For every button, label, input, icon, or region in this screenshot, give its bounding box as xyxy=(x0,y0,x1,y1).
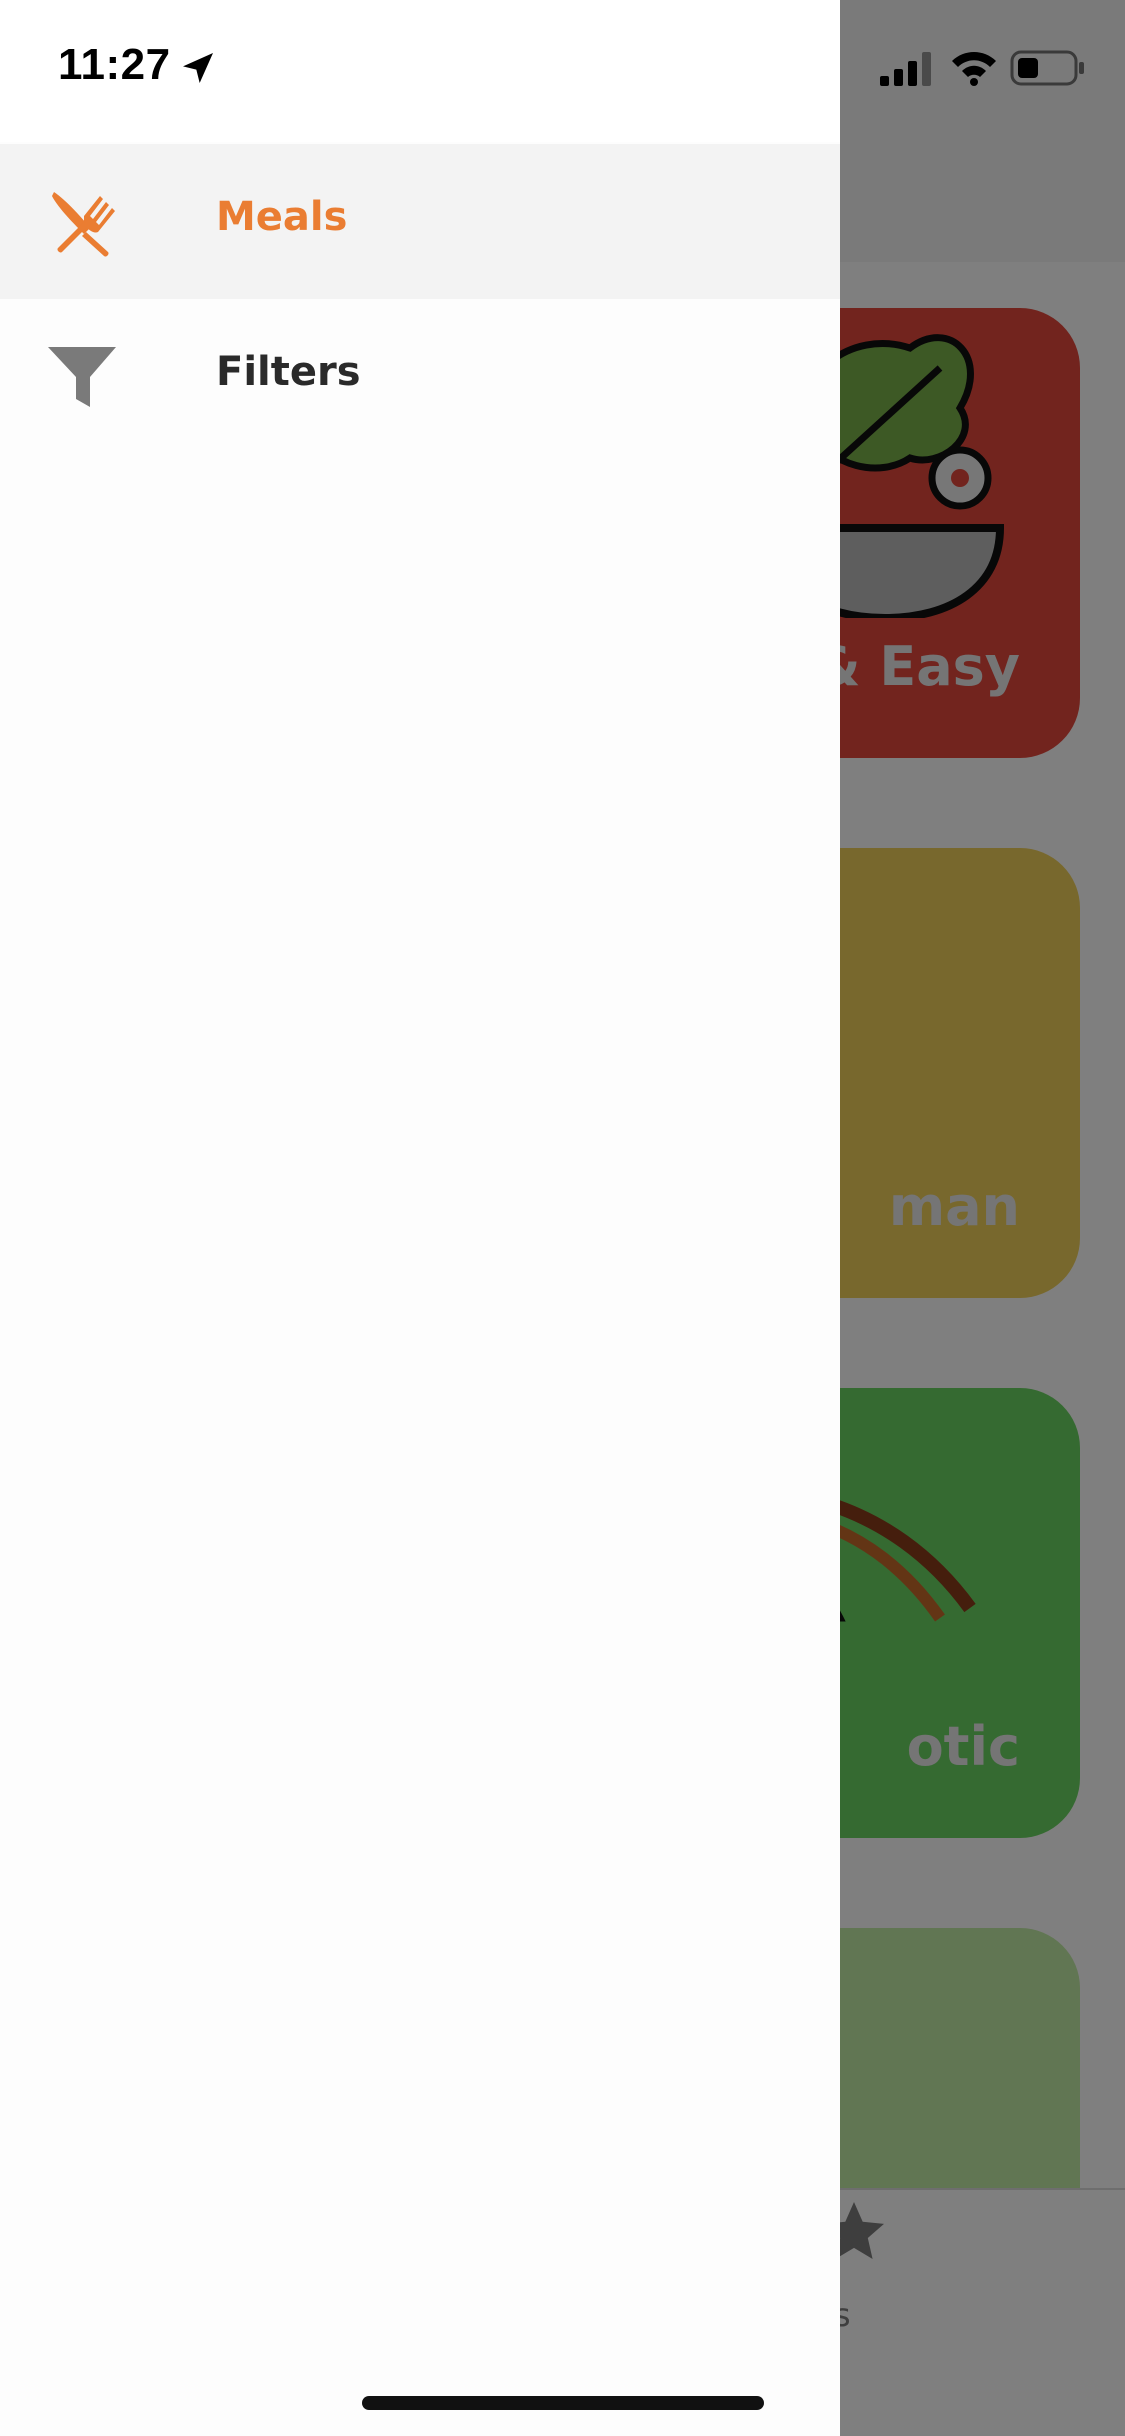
drawer-item-filters[interactable]: Filters xyxy=(0,299,840,454)
status-time: 11:27 xyxy=(58,40,171,89)
wifi-icon xyxy=(952,52,996,86)
status-indicators xyxy=(870,44,1090,94)
drawer-item-label: Meals xyxy=(216,194,348,240)
drawer-item-label: Filters xyxy=(216,349,361,395)
location-arrow-icon xyxy=(183,53,213,83)
drawer-item-meals[interactable]: Meals xyxy=(0,144,840,299)
utensils-icon xyxy=(52,192,115,257)
signal-icon xyxy=(880,52,931,86)
status-bar: 11:27 xyxy=(0,0,840,142)
navigation-drawer: 11:27 Meals Filters xyxy=(0,0,840,2436)
filter-icon xyxy=(48,347,116,407)
home-indicator[interactable] xyxy=(362,2396,764,2410)
battery-icon xyxy=(1010,50,1084,86)
